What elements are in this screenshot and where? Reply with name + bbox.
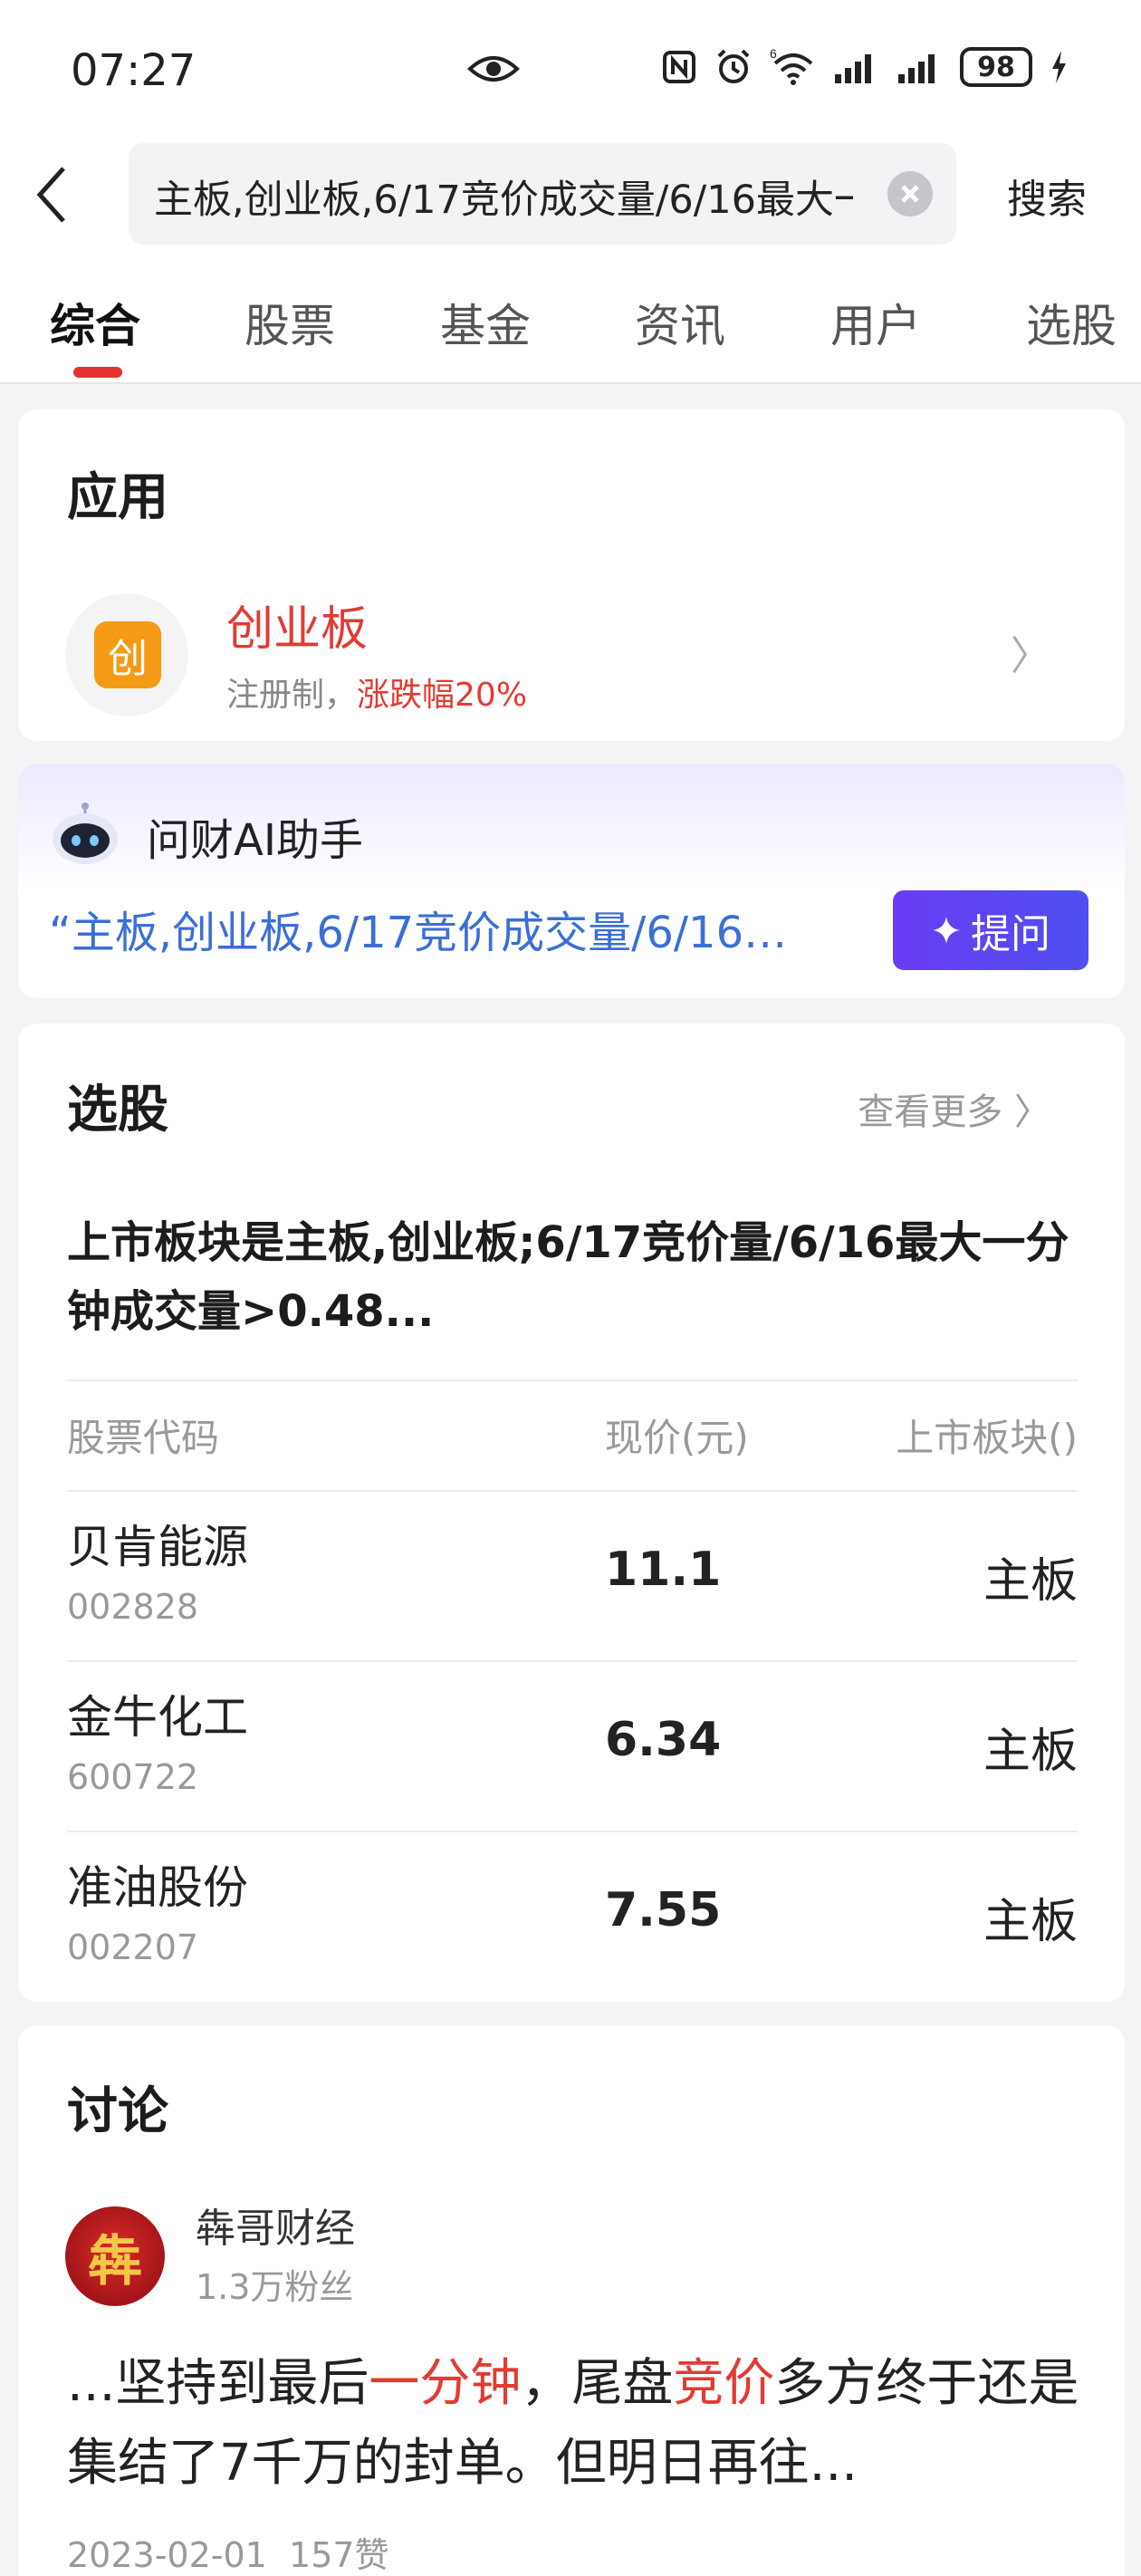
chinext-app-icon: 创 bbox=[94, 621, 161, 688]
tab-stock-picking[interactable]: 选股 bbox=[1026, 290, 1117, 355]
svg-text:6: 6 bbox=[770, 47, 777, 61]
column-header-board: 上市板块() bbox=[896, 1416, 1078, 1460]
stock-code: 600722 bbox=[67, 1757, 199, 1797]
view-more-label: 查看更多 bbox=[858, 1091, 1003, 1133]
view-more-link[interactable]: 查看更多 〉 bbox=[858, 1082, 1050, 1135]
sparkle-icon bbox=[933, 917, 960, 944]
close-icon bbox=[901, 185, 919, 203]
post-date: 2023-02-01 bbox=[67, 2535, 267, 2575]
tab-bar bbox=[0, 254, 1141, 384]
signal-icon bbox=[898, 54, 935, 83]
avatar[interactable]: 犇 bbox=[65, 2206, 165, 2306]
search-query-text[interactable]: 主板,创业板,6/17竞价成交量/6/16最大一分钟成交量>0.48 bbox=[154, 168, 853, 225]
back-arrow-icon[interactable] bbox=[31, 163, 76, 226]
battery-icon: 98 bbox=[960, 47, 1032, 87]
post-text: ...坚持到最后 bbox=[67, 2354, 369, 2413]
divider bbox=[67, 1379, 1078, 1381]
author-name[interactable]: 犇哥财经 bbox=[196, 2196, 355, 2254]
ask-button[interactable]: 提问 bbox=[893, 890, 1088, 970]
stock-name: 贝肯能源 bbox=[67, 1521, 248, 1573]
stock-price: 6.34 bbox=[605, 1713, 722, 1767]
stock-picking-title: 选股 bbox=[67, 1081, 168, 1139]
post-likes: 157赞 bbox=[289, 2535, 389, 2575]
post-keyword: 竞价 bbox=[673, 2354, 775, 2413]
follower-count: 1.3万粉丝 bbox=[196, 2267, 354, 2307]
ask-button-label: 提问 bbox=[971, 911, 1050, 957]
tab-news[interactable]: 资讯 bbox=[635, 290, 725, 355]
tab-stocks[interactable]: 股票 bbox=[244, 290, 335, 355]
tab-comprehensive[interactable]: 综合 bbox=[50, 290, 140, 355]
robot-icon bbox=[53, 803, 118, 864]
app-description: 注册制，涨跌幅20% bbox=[226, 668, 527, 716]
app-desc-highlight: 涨跌幅20% bbox=[357, 677, 528, 714]
stock-criteria-description[interactable]: 上市板块是主板,创业板;6/17竞价量/6/16最大一分钟成交量>0.48... bbox=[67, 1208, 1072, 1346]
stock-code: 002207 bbox=[67, 1927, 199, 1967]
chevron-right-icon: 〉 bbox=[1014, 1091, 1050, 1133]
post-text: ，尾盘 bbox=[521, 2354, 674, 2413]
alarm-icon bbox=[717, 49, 750, 83]
post-excerpt[interactable]: ...坚持到最后一分钟，尾盘竞价多方终于还是集结了7千万的封单。但明日再往... bbox=[67, 2344, 1081, 2504]
nfc-icon bbox=[663, 51, 695, 83]
status-icons: 6 98 bbox=[661, 47, 1069, 87]
eye-icon bbox=[467, 56, 520, 82]
wifi-icon: 6 bbox=[770, 47, 813, 85]
tab-users[interactable]: 用户 bbox=[830, 290, 921, 355]
column-header-code: 股票代码 bbox=[67, 1416, 220, 1460]
signal-icon bbox=[835, 54, 871, 83]
column-header-price: 现价(元) bbox=[605, 1416, 749, 1460]
discussion-title: 讨论 bbox=[67, 2082, 168, 2141]
stock-code: 002828 bbox=[67, 1587, 199, 1627]
post-keyword: 一分钟 bbox=[369, 2354, 522, 2413]
clear-icon[interactable] bbox=[887, 171, 933, 216]
stock-board: 主板 bbox=[983, 1895, 1078, 1949]
app-desc-prefix: 注册制， bbox=[226, 677, 358, 714]
active-tab-indicator bbox=[73, 367, 122, 378]
chevron-right-icon[interactable]: 〉 bbox=[1011, 623, 1050, 681]
ai-suggested-query[interactable]: “主板,创业板,6/17竞价成交量/6/16… bbox=[49, 897, 864, 960]
apps-card bbox=[18, 409, 1125, 741]
app-name[interactable]: 创业板 bbox=[226, 591, 368, 658]
stock-board: 主板 bbox=[983, 1554, 1078, 1609]
stock-price: 11.1 bbox=[605, 1543, 722, 1597]
stock-name: 金牛化工 bbox=[67, 1691, 248, 1744]
charging-icon bbox=[1052, 51, 1066, 83]
stock-name: 准油股份 bbox=[67, 1861, 248, 1914]
status-time: 07:27 bbox=[71, 45, 197, 96]
stock-board: 主板 bbox=[983, 1725, 1078, 1779]
search-button[interactable]: 搜索 bbox=[1007, 167, 1087, 225]
stock-price: 7.55 bbox=[605, 1883, 722, 1937]
apps-title: 应用 bbox=[67, 468, 168, 527]
post-meta: 2023-02-01 157赞 bbox=[67, 2527, 389, 2576]
ai-assistant-title: 问财AI助手 bbox=[147, 815, 363, 866]
tab-funds[interactable]: 基金 bbox=[440, 290, 531, 355]
